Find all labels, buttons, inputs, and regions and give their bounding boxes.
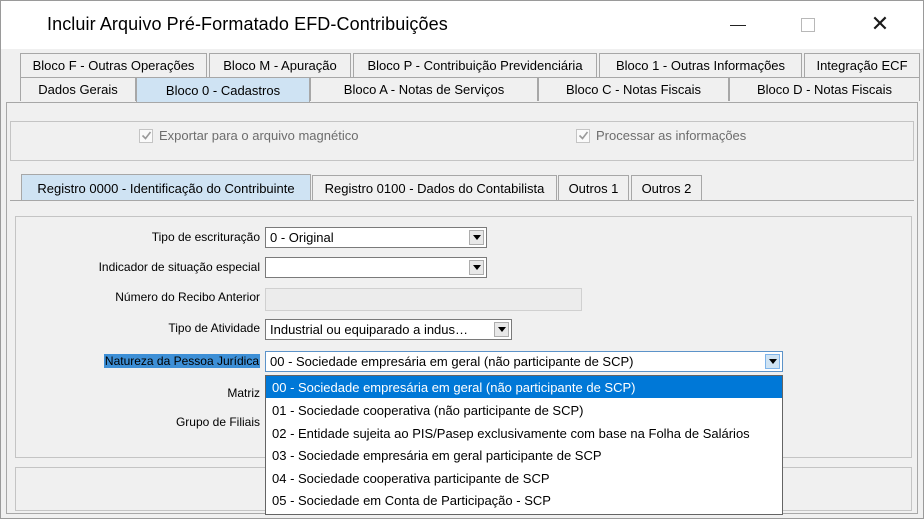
divider bbox=[10, 200, 914, 201]
tab-label: Dados Gerais bbox=[38, 82, 118, 97]
tipo-escrituracao-label: Tipo de escrituração bbox=[151, 230, 260, 244]
checkbox-box bbox=[139, 128, 153, 143]
tab-bloco-0[interactable]: Bloco 0 - Cadastros bbox=[136, 77, 310, 103]
tab-dados-gerais[interactable]: Dados Gerais bbox=[20, 77, 136, 101]
tab-bloco-c[interactable]: Bloco C - Notas Fiscais bbox=[538, 77, 729, 101]
checkbox-box bbox=[576, 128, 590, 143]
tipo-escrituracao-select[interactable]: 0 - Original bbox=[265, 227, 487, 248]
exportar-checkbox[interactable]: Exportar para o arquivo magnético bbox=[139, 128, 358, 143]
dropdown-arrow-button[interactable] bbox=[765, 354, 780, 369]
grupo-filiais-label: Grupo de Filiais bbox=[175, 415, 260, 429]
select-value: Industrial ou equiparado a indus… bbox=[270, 322, 469, 337]
tab-label: Bloco P - Contribuição Previdenciária bbox=[367, 58, 583, 73]
exportar-label: Exportar para o arquivo magnético bbox=[159, 128, 359, 143]
select-value: 00 - Sociedade empresária em geral (não … bbox=[270, 354, 634, 369]
tab-bloco-1[interactable]: Bloco 1 - Outras Informações bbox=[599, 53, 802, 77]
matriz-label: Matriz bbox=[227, 386, 260, 400]
dropdown-option[interactable]: 00 - Sociedade empresária em geral (não … bbox=[266, 376, 782, 398]
natureza-select[interactable]: 00 - Sociedade empresária em geral (não … bbox=[265, 351, 783, 372]
dropdown-option[interactable]: 01 - Sociedade cooperativa (não particip… bbox=[266, 399, 782, 421]
dropdown-arrow-button[interactable] bbox=[469, 260, 484, 275]
maximize-button[interactable] bbox=[785, 1, 831, 49]
dropdown-option[interactable]: 02 - Entidade sujeita ao PIS/Pasep exclu… bbox=[266, 422, 782, 444]
window-title: Incluir Arquivo Pré-Formatado EFD-Contri… bbox=[47, 14, 448, 34]
check-icon bbox=[578, 131, 588, 140]
tipo-atividade-label: Tipo de Atividade bbox=[168, 321, 260, 335]
subtab-label: Registro 0100 - Dados do Contabilista bbox=[324, 180, 545, 196]
tab-bloco-a[interactable]: Bloco A - Notas de Serviços bbox=[310, 77, 538, 101]
chevron-down-icon bbox=[768, 359, 777, 364]
numero-recibo-label: Número do Recibo Anterior bbox=[115, 290, 260, 304]
tipo-atividade-select[interactable]: Industrial ou equiparado a indus… bbox=[265, 319, 512, 340]
tab-bloco-p[interactable]: Bloco P - Contribuição Previdenciária bbox=[353, 53, 597, 77]
tab-label: Bloco F - Outras Operações bbox=[32, 58, 195, 73]
close-button[interactable]: ✕ bbox=[857, 1, 903, 49]
subtab-label: Registro 0000 - Identificação do Contrib… bbox=[37, 180, 295, 196]
tab-label: Bloco M - Apuração bbox=[223, 58, 337, 73]
tab-label: Integração ECF bbox=[816, 58, 908, 73]
dialog-window: Incluir Arquivo Pré-Formatado EFD-Contri… bbox=[0, 0, 924, 519]
indicador-situacao-label: Indicador de situação especial bbox=[98, 260, 260, 274]
subtab-label: Outros 2 bbox=[641, 180, 692, 196]
dropdown-arrow-button[interactable] bbox=[494, 322, 509, 337]
tab-bloco-d[interactable]: Bloco D - Notas Fiscais bbox=[729, 77, 920, 101]
chevron-down-icon bbox=[472, 265, 481, 270]
chevron-down-icon bbox=[497, 327, 506, 332]
minimize-button[interactable] bbox=[715, 1, 761, 49]
dropdown-option[interactable]: 04 - Sociedade cooperativa participante … bbox=[266, 467, 782, 489]
tab-integracao-ecf[interactable]: Integração ECF bbox=[804, 53, 920, 77]
subtab-registro-0100[interactable]: Registro 0100 - Dados do Contabilista bbox=[312, 175, 557, 200]
chevron-down-icon bbox=[472, 235, 481, 240]
dropdown-option[interactable]: 05 - Sociedade em Conta de Participação … bbox=[266, 489, 782, 511]
subtab-outros-1[interactable]: Outros 1 bbox=[558, 175, 629, 200]
select-value: 0 - Original bbox=[270, 230, 334, 245]
tab-label: Bloco C - Notas Fiscais bbox=[565, 82, 702, 97]
minimize-icon bbox=[730, 24, 746, 26]
tab-label: Bloco 0 - Cadastros bbox=[165, 83, 281, 98]
subtab-label: Outros 1 bbox=[568, 180, 619, 196]
tab-label: Bloco D - Notas Fiscais bbox=[756, 82, 893, 97]
dropdown-arrow-button[interactable] bbox=[469, 230, 484, 245]
maximize-icon bbox=[801, 18, 815, 32]
natureza-label: Natureza da Pessoa Jurídica bbox=[103, 354, 260, 368]
subtab-registro-0000[interactable]: Registro 0000 - Identificação do Contrib… bbox=[21, 174, 311, 201]
natureza-dropdown-list: 00 - Sociedade empresária em geral (não … bbox=[265, 375, 783, 515]
processar-checkbox[interactable]: Processar as informações bbox=[576, 128, 746, 143]
check-icon bbox=[141, 131, 151, 140]
subtab-outros-2[interactable]: Outros 2 bbox=[631, 175, 702, 200]
tab-bloco-m[interactable]: Bloco M - Apuração bbox=[209, 53, 351, 77]
close-icon: ✕ bbox=[870, 12, 890, 37]
dropdown-option[interactable]: 03 - Sociedade empresária em geral parti… bbox=[266, 444, 782, 466]
indicador-situacao-select[interactable] bbox=[265, 257, 487, 278]
tab-bloco-f[interactable]: Bloco F - Outras Operações bbox=[20, 53, 207, 77]
title-bar: Incluir Arquivo Pré-Formatado EFD-Contri… bbox=[1, 1, 923, 49]
processar-label: Processar as informações bbox=[596, 128, 747, 143]
tab-label: Bloco A - Notas de Serviços bbox=[343, 82, 505, 97]
tab-label: Bloco 1 - Outras Informações bbox=[615, 58, 786, 73]
numero-recibo-input[interactable] bbox=[265, 288, 582, 311]
